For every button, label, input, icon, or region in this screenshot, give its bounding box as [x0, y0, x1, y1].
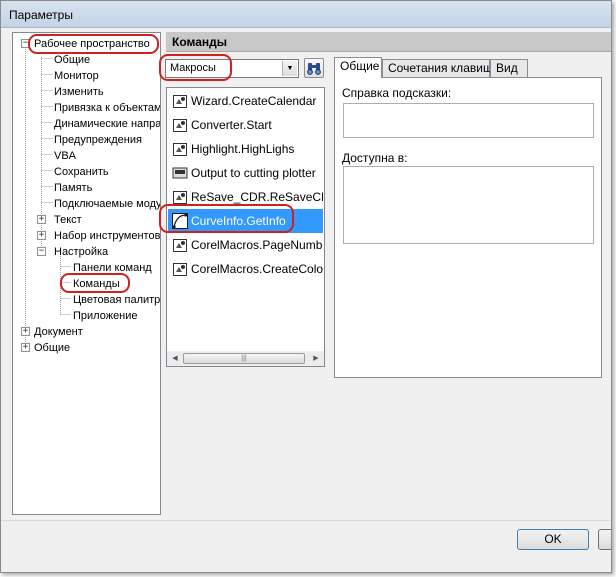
tree-item[interactable]: + Документ — [13, 324, 160, 340]
command-item-label: Output to cutting plotter — [191, 166, 316, 180]
tab-shortcut-keys[interactable]: Сочетания клавиш — [382, 59, 493, 78]
tab-view[interactable]: Вид — [490, 59, 528, 78]
tree-item[interactable]: − Настройка — [13, 244, 160, 260]
tab-general[interactable]: Общие — [334, 57, 382, 78]
general-tab-panel: Справка подсказки: Доступна в: — [334, 77, 602, 378]
tree-item-label: Привязка к объектам — [54, 102, 161, 114]
expand-icon[interactable]: + — [37, 215, 46, 224]
tree-item[interactable]: Сохранить — [13, 164, 160, 180]
tree-item-label: Сохранить — [54, 166, 109, 178]
title-bar[interactable]: Параметры — [1, 1, 611, 28]
macro-icon — [172, 117, 188, 133]
tree-item[interactable]: + Текст — [13, 212, 160, 228]
macro-icon — [172, 261, 188, 277]
tree-item-label: Монитор — [54, 70, 99, 82]
command-item-label: CorelMacros.PageNumbering — [191, 238, 323, 252]
tree-item-label: Динамические направляющие — [54, 118, 161, 130]
scroll-left-icon[interactable]: ◀ — [168, 352, 182, 366]
scroll-thumb[interactable]: ||| — [183, 353, 305, 364]
command-item-label: Converter.Start — [191, 118, 272, 132]
tree-item[interactable]: Память — [13, 180, 160, 196]
available-in-field[interactable] — [343, 166, 594, 244]
tree-item-label: VBA — [54, 150, 77, 162]
tree-item-label: Настройка — [54, 246, 109, 258]
tree-item[interactable]: Привязка к объектам — [13, 100, 161, 116]
command-item[interactable]: Converter.Start — [168, 113, 323, 137]
macro-icon — [172, 189, 188, 205]
macro-icon — [172, 237, 188, 253]
plotter-icon — [172, 165, 188, 181]
tree-item[interactable]: Приложение — [13, 308, 160, 324]
expand-icon[interactable]: + — [21, 327, 30, 336]
tooltip-help-field[interactable] — [343, 103, 594, 138]
command-item[interactable]: CorelMacros.CreateColorSwatch — [168, 257, 323, 281]
chevron-down-icon[interactable]: ▼ — [282, 61, 297, 76]
tree-item[interactable]: + Набор инструментов — [13, 228, 161, 244]
tab-shortcut-keys-label: Сочетания клавиш — [388, 61, 493, 75]
tree-item-label: Документ — [34, 326, 83, 338]
tree-item[interactable]: VBA — [13, 148, 160, 164]
command-list-scrollbar[interactable]: ◀ ||| ▶ — [166, 351, 325, 367]
tree-item-label: Подключаемые модули — [54, 198, 161, 210]
highlight-commands-node — [60, 273, 130, 293]
scroll-right-icon[interactable]: ▶ — [309, 352, 323, 366]
command-item[interactable]: Highlight.HighLighs — [168, 137, 323, 161]
find-command-button[interactable] — [304, 58, 324, 78]
tree-item[interactable]: Монитор — [13, 68, 160, 84]
tree-item[interactable]: Подключаемые модули — [13, 196, 161, 212]
tree-item[interactable]: Цветовая палитра — [13, 292, 161, 308]
tree-item[interactable]: Общие — [13, 52, 160, 68]
command-item[interactable]: CorelMacros.PageNumbering — [168, 233, 323, 257]
ok-button[interactable]: OK — [517, 529, 589, 550]
command-item-label: Highlight.HighLighs — [191, 142, 295, 156]
options-dialog: Параметры − Рабочее пространство Общие М… — [0, 0, 612, 573]
highlight-workspace — [28, 34, 159, 54]
tree-item[interactable]: + Общие — [13, 340, 160, 356]
tree-item[interactable]: Изменить — [13, 84, 160, 100]
highlight-selected-command — [159, 204, 294, 233]
available-in-label: Доступна в: — [342, 151, 408, 165]
panel-header: Команды — [166, 32, 611, 52]
tree-item-label: Текст — [54, 214, 82, 226]
tree-item[interactable]: Динамические направляющие — [13, 116, 161, 132]
tree-item-label: Предупреждения — [54, 134, 142, 146]
tab-general-label: Общие — [340, 59, 380, 73]
window-title: Параметры — [9, 8, 73, 22]
options-tree[interactable]: − Рабочее пространство Общие Монитор Изменит… — [12, 32, 161, 515]
cancel-button[interactable] — [598, 529, 611, 550]
tree-item-label: Цветовая палитра — [73, 294, 161, 306]
command-item-label: CorelMacros.CreateColorSwatch — [191, 262, 323, 276]
expand-icon[interactable]: + — [21, 343, 30, 352]
tree-item-label: Общие — [34, 342, 71, 354]
expand-icon[interactable]: + — [37, 231, 46, 240]
tab-view-label: Вид — [496, 61, 518, 75]
macro-icon — [172, 141, 188, 157]
tree-item-label: Общие — [54, 54, 91, 66]
tree-item-label: Память — [54, 182, 93, 194]
macro-icon — [172, 93, 188, 109]
command-item-label: Wizard.CreateCalendar — [191, 94, 317, 108]
highlight-category — [159, 54, 232, 81]
tree-item-label: Изменить — [54, 86, 104, 98]
tooltip-help-label: Справка подсказки: — [342, 86, 452, 100]
panel-title: Команды — [172, 35, 228, 49]
binoculars-icon — [307, 63, 321, 75]
collapse-icon[interactable]: − — [37, 247, 46, 256]
tree-item-label: Набор инструментов — [54, 230, 161, 242]
tree-item[interactable]: Предупреждения — [13, 132, 160, 148]
command-item[interactable]: Output to cutting plotter — [168, 161, 323, 185]
command-item[interactable]: Wizard.CreateCalendar — [168, 89, 323, 113]
tree-item-label: Приложение — [73, 310, 138, 322]
